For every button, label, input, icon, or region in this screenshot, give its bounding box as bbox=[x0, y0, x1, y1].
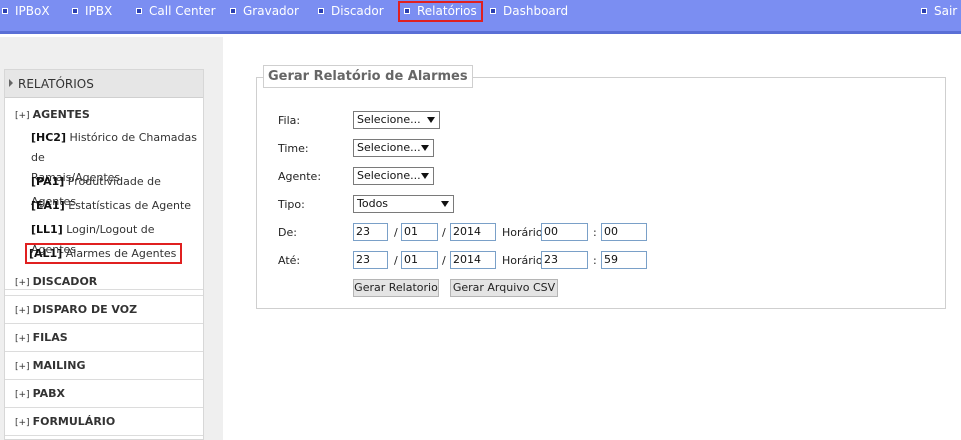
agente-select[interactable]: Selecione... bbox=[353, 167, 434, 185]
time-separator: : bbox=[593, 226, 597, 239]
expand-toggle-icon: [+] bbox=[15, 306, 30, 316]
ate-minute-input[interactable]: 59 bbox=[601, 251, 647, 269]
sidebar-item-al1[interactable]: [AL1] Alarmes de Agentes bbox=[25, 243, 183, 264]
bullet-icon bbox=[230, 8, 236, 14]
nav-item-ipbox[interactable]: IPBoX bbox=[2, 3, 50, 21]
sidebar-section-formulario[interactable]: [+] FORMULÁRIO bbox=[5, 408, 203, 436]
date-separator: / bbox=[442, 254, 446, 267]
bullet-icon bbox=[318, 8, 324, 14]
form-title: Gerar Relatório de Alarmes bbox=[263, 65, 473, 88]
nav-item-call-center[interactable]: Call Center bbox=[136, 3, 216, 21]
sidebar-header[interactable]: RELATÓRIOS bbox=[5, 70, 203, 98]
dropdown-arrow-icon bbox=[421, 145, 429, 151]
time-select[interactable]: Selecione... bbox=[353, 139, 434, 157]
fila-select[interactable]: Selecione... bbox=[353, 111, 440, 129]
ate-month-input[interactable]: 01 bbox=[401, 251, 438, 269]
de-month-input[interactable]: 01 bbox=[401, 223, 438, 241]
generate-csv-button[interactable]: Gerar Arquivo CSV bbox=[450, 279, 558, 297]
de-hour-input[interactable]: 00 bbox=[541, 223, 588, 241]
ate-day-input[interactable]: 23 bbox=[353, 251, 388, 269]
bullet-icon bbox=[490, 8, 496, 14]
dropdown-arrow-icon bbox=[421, 173, 429, 179]
expand-toggle-icon: [+] bbox=[15, 418, 30, 428]
nav-item-gravador[interactable]: Gravador bbox=[230, 3, 299, 21]
nav-item-ipbx[interactable]: IPBX bbox=[72, 3, 112, 21]
de-year-input[interactable]: 2014 bbox=[450, 223, 496, 241]
bullet-icon bbox=[72, 8, 78, 14]
date-separator: / bbox=[442, 226, 446, 239]
sidebar: RELATÓRIOS [+] AGENTES [HC2] Histórico de… bbox=[4, 69, 204, 440]
tipo-label: Tipo: bbox=[278, 198, 305, 211]
fila-label: Fila: bbox=[278, 114, 301, 127]
expand-toggle-icon: [+] bbox=[15, 362, 30, 372]
bullet-icon bbox=[921, 8, 927, 14]
logout-link[interactable]: Sair bbox=[921, 3, 957, 21]
bullet-icon bbox=[404, 8, 410, 14]
dropdown-arrow-icon bbox=[427, 117, 435, 123]
ate-label: Até: bbox=[278, 254, 301, 267]
bullet-icon bbox=[2, 8, 8, 14]
de-day-input[interactable]: 23 bbox=[353, 223, 388, 241]
de-horario-label: Horário bbox=[502, 226, 543, 239]
caret-right-icon bbox=[9, 79, 13, 87]
de-label: De: bbox=[278, 226, 297, 239]
time-label: Time: bbox=[278, 142, 309, 155]
bullet-icon bbox=[136, 8, 142, 14]
nav-item-dashboard[interactable]: Dashboard bbox=[490, 3, 568, 21]
de-minute-input[interactable]: 00 bbox=[601, 223, 647, 241]
expand-toggle-icon: [+] bbox=[15, 278, 30, 288]
expand-toggle-icon: [+] bbox=[15, 390, 30, 400]
sidebar-section-filas[interactable]: [+] FILAS bbox=[5, 324, 203, 352]
nav-item-discador[interactable]: Discador bbox=[318, 3, 384, 21]
sidebar-item-ea1[interactable]: [EA1] Estatísticas de Agente bbox=[31, 196, 201, 216]
time-separator: : bbox=[593, 254, 597, 267]
nav-item-relatorios[interactable]: Relatórios bbox=[398, 1, 483, 22]
ate-horario-label: Horário bbox=[502, 254, 543, 267]
dropdown-arrow-icon bbox=[441, 201, 449, 207]
ate-hour-input[interactable]: 23 bbox=[541, 251, 588, 269]
expand-toggle-icon: [+] bbox=[15, 334, 30, 344]
date-separator: / bbox=[394, 226, 398, 239]
generate-report-button[interactable]: Gerar Relatorio bbox=[353, 279, 439, 297]
agente-label: Agente: bbox=[278, 170, 322, 183]
ate-year-input[interactable]: 2014 bbox=[450, 251, 496, 269]
sidebar-section-mailing[interactable]: [+] MAILING bbox=[5, 352, 203, 380]
top-navigation-bar: IPBoX IPBX Call Center Gravador Discador… bbox=[0, 0, 961, 34]
sidebar-section-pabx[interactable]: [+] PABX bbox=[5, 380, 203, 408]
tipo-select[interactable]: Todos bbox=[353, 195, 454, 213]
sidebar-section-discador[interactable]: [+] DISCADOR bbox=[5, 268, 203, 296]
date-separator: / bbox=[394, 254, 398, 267]
sidebar-section-disparo-de-voz[interactable]: [+] DISPARO DE VOZ bbox=[5, 296, 203, 324]
